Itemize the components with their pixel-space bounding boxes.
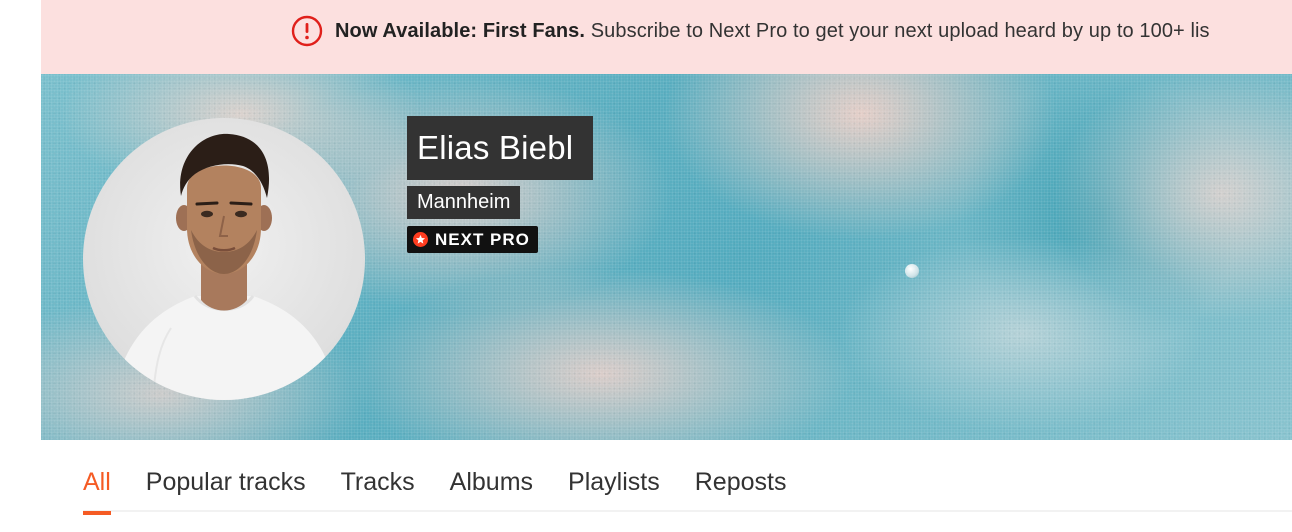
profile-tabs: All Popular tracks Tracks Albums Playlis… [83,440,1292,515]
next-pro-badge-label: NEXT PRO [435,229,530,249]
profile-page: Now Available: First Fans. Subscribe to … [0,0,1292,532]
notice-body-text: Subscribe to Next Pro to get your next u… [585,19,1210,42]
tab-all[interactable]: All [83,468,111,515]
tab-popular-tracks[interactable]: Popular tracks [146,468,306,513]
notice-bold-text: Now Available: First Fans. [335,19,586,42]
tab-list: All Popular tracks Tracks Albums Playlis… [83,468,821,515]
profile-name: Elias Biebl [417,129,574,166]
tab-playlists[interactable]: Playlists [568,468,660,513]
profile-header: Elias Biebl Mannheim NEXT PRO [41,74,1292,440]
star-icon [413,232,428,247]
profile-name-box: Elias Biebl [407,116,594,180]
alert-circle-icon [291,15,323,47]
tab-albums[interactable]: Albums [450,468,533,513]
avatar[interactable] [83,118,365,400]
left-gutter [0,0,41,532]
notice-banner: Now Available: First Fans. Subscribe to … [41,0,1292,74]
profile-city-box: Mannheim [407,186,521,219]
profile-city: Mannheim [417,191,511,213]
notice-text: Now Available: First Fans. Subscribe to … [335,20,1210,43]
header-image-detail [905,264,919,278]
tab-reposts[interactable]: Reposts [695,468,787,513]
next-pro-badge[interactable]: NEXT PRO [407,226,538,253]
tab-tracks[interactable]: Tracks [341,468,415,513]
notice-banner-content: Now Available: First Fans. Subscribe to … [291,15,1210,47]
